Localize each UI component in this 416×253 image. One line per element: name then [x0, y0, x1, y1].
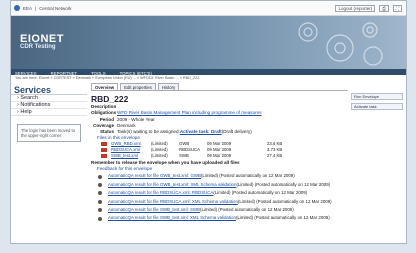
- eea-logo-icon: [14, 5, 20, 11]
- feedback-meta: (Limited) (Posted automatically on 12 Ma…: [237, 198, 332, 204]
- tab-overview[interactable]: Overview: [91, 83, 119, 90]
- central-network-link[interactable]: Central Network: [39, 6, 71, 11]
- top-bar-right: Logout (reporter) ⎙ ⛶: [335, 5, 402, 12]
- file-size: 27.4 KB: [267, 153, 283, 159]
- sidebar-item-notifications[interactable]: › Notifications: [11, 102, 87, 109]
- print-icon[interactable]: ⎙: [379, 5, 389, 12]
- feedback-link[interactable]: AutomaticQA result for file GWB_test.xml…: [108, 181, 236, 189]
- feedback-item: AutomaticQA result for file GWB_test.xml…: [91, 172, 348, 180]
- sidebar-item-help[interactable]: › Help: [11, 109, 87, 116]
- file-type-icon: [101, 154, 107, 159]
- feedback-meta: (Limited) (Posted automatically on 12 Ma…: [213, 190, 308, 196]
- bullet-icon: [98, 208, 102, 213]
- file-row: SWB_test.xml (Limited) SWB 09 Mar 2009 27.4 …: [91, 153, 348, 159]
- logout-button[interactable]: Logout (reporter): [335, 5, 376, 12]
- tab-edit-properties[interactable]: Edit properties: [120, 83, 156, 90]
- feedback-link[interactable]: AutomaticQA result for file SWB_test.xml…: [108, 214, 236, 222]
- sidebar: Services › Search › Notifications › Help…: [11, 83, 87, 142]
- file-type-icon: [101, 148, 107, 153]
- right-panel: Run Envelope Activate task: [351, 93, 403, 113]
- sidebar-item-label: Search: [20, 95, 38, 101]
- gears-decoration-icon: [298, 22, 383, 66]
- sidebar-item-search[interactable]: › Search: [11, 95, 87, 102]
- feedback-link[interactable]: AutomaticQA result for file GWB_test.xml…: [108, 172, 201, 180]
- sidebar-heading: Services: [11, 83, 87, 95]
- browser-window: EEA | Central Network Logout (reporter) …: [10, 0, 407, 244]
- feedback-item: AutomaticQA result for file SWB_test.xml…: [91, 214, 348, 222]
- bullet-icon: [98, 174, 102, 179]
- file-access: (Limited): [151, 153, 168, 159]
- feedback-item: AutomaticQA result for file RBDSUCA.xml:…: [91, 189, 348, 197]
- eea-link[interactable]: EEA: [23, 6, 32, 11]
- login-moved-note: The login has been moved to the upper-ri…: [17, 124, 81, 142]
- header-banner: EIONET CDR Testing: [11, 16, 406, 69]
- bullet-icon: [98, 183, 102, 188]
- main-content: Overview Edit properties History RBD_222…: [91, 83, 348, 223]
- file-type: SWB: [179, 153, 189, 159]
- page-title: RBD_222: [91, 94, 129, 104]
- file-name-link[interactable]: SWB_test.xml: [111, 153, 151, 159]
- tab-history[interactable]: History: [157, 83, 180, 90]
- tab-bar: Overview Edit properties History: [91, 83, 348, 91]
- feedback-item: AutomaticQA result for file RBDSUCA.xml:…: [91, 198, 348, 206]
- feedback-meta: (Limited) (Posted automatically on 12 Ma…: [235, 215, 330, 221]
- site-subtitle: CDR Testing: [20, 44, 56, 50]
- sidebar-item-label: Notifications: [20, 102, 51, 108]
- file-date: 09 Mar 2009: [207, 153, 232, 159]
- activate-task-button[interactable]: Activate task: [351, 103, 403, 110]
- fullscreen-icon[interactable]: ⛶: [392, 5, 402, 12]
- feedback-link[interactable]: AutomaticQA result for file RBDSUCA.xml:…: [108, 189, 213, 197]
- status-suffix: (Draft delivery): [221, 129, 252, 135]
- feedback-meta: (Limited) (Posted automatically on 12 Ma…: [199, 207, 294, 213]
- file-type-icon: [101, 142, 107, 147]
- feedback-meta: (Limited) (Posted automatically on 12 Ma…: [236, 181, 331, 187]
- breadcrumb: You are here: Eionet » CDRTEST » Denmark…: [11, 75, 406, 81]
- top-bar-left: EEA | Central Network: [14, 5, 71, 11]
- feedback-link[interactable]: AutomaticQA result for file SWB_test.xml…: [108, 206, 200, 214]
- feedback-link[interactable]: AutomaticQA result for file RBDSUCA.xml:…: [108, 198, 238, 206]
- feedback-item: AutomaticQA result for file SWB_test.xml…: [91, 206, 348, 214]
- activate-task-link[interactable]: Activate task: Draft: [180, 129, 222, 135]
- feedback-item: AutomaticQA result for file GWB_test.xml…: [91, 181, 348, 189]
- top-bar: EEA | Central Network Logout (reporter) …: [11, 1, 406, 16]
- bullet-icon: [98, 191, 102, 196]
- bullet-icon: [98, 199, 102, 204]
- bullet-icon: [98, 216, 102, 221]
- run-envelope-button[interactable]: Run Envelope: [351, 93, 403, 100]
- sidebar-item-label: Help: [20, 109, 32, 115]
- feedback-meta: (Limited) (Posted automatically on 12 Ma…: [200, 173, 295, 179]
